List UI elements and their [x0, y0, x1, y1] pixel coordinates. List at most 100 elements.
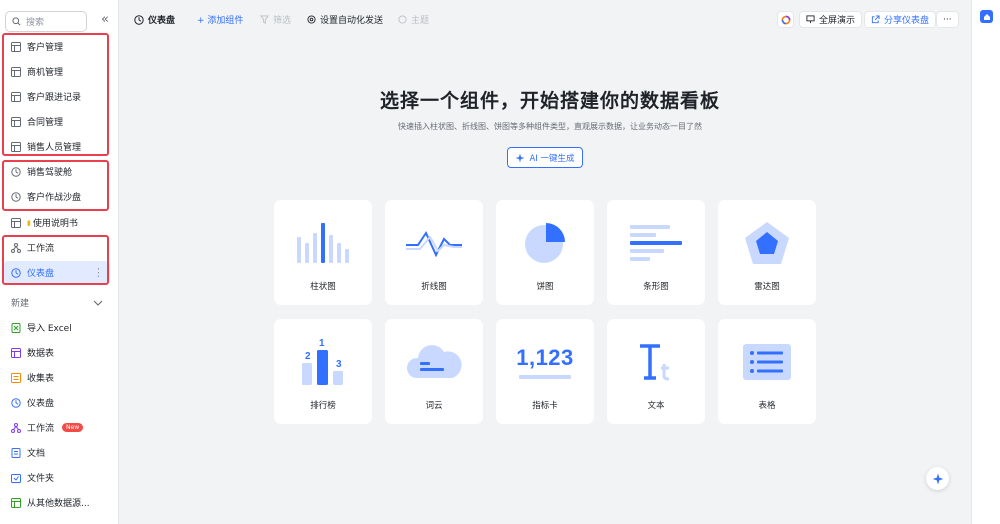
form-icon — [11, 372, 21, 383]
component-label: 柱状图 — [310, 282, 336, 292]
theme-button[interactable]: 主题 — [398, 11, 429, 28]
sidebar-new-import-excel[interactable]: 导入 Excel — [4, 316, 110, 339]
sidebar-item-label: 文档 — [27, 449, 46, 459]
sidebar-new-form[interactable]: 收集表 — [4, 366, 110, 389]
more-icon: ··· — [943, 14, 952, 25]
ai-assistant-button[interactable] — [777, 11, 794, 28]
chevron-down-icon — [93, 300, 103, 306]
sidebar-item-user-manual[interactable]: ▮ 使用说明书 — [4, 211, 110, 234]
component-label: 条形图 — [643, 282, 669, 292]
workflow-icon — [11, 422, 21, 433]
sidebar-item-label: 文件夹 — [27, 474, 55, 484]
sidebar-new-folder[interactable]: 文件夹 — [4, 466, 110, 489]
filter-icon — [260, 15, 269, 24]
sidebar-new-document[interactable]: 文档 — [4, 441, 110, 464]
bar-chart-icon — [274, 214, 372, 272]
component-card-word-cloud[interactable]: 词云 — [385, 319, 483, 424]
settings-icon — [307, 15, 316, 24]
search-row: 搜索 « — [5, 10, 115, 32]
fullscreen-label: 全屏演示 — [819, 16, 856, 26]
metric-underline — [519, 375, 571, 379]
component-label: 折线图 — [421, 282, 447, 292]
sidebar-item-label: 数据表 — [27, 349, 55, 359]
text-icon — [607, 333, 705, 391]
component-card-text[interactable]: 文本 — [607, 319, 705, 424]
component-card-horizontal-bar[interactable]: 条形图 — [607, 200, 705, 305]
presentation-icon — [806, 15, 815, 24]
share-dashboard-button[interactable]: 分享仪表盘 — [864, 11, 937, 28]
search-icon — [12, 16, 21, 25]
component-card-radar-chart[interactable]: 雷达图 — [718, 200, 816, 305]
component-label: 排行榜 — [310, 401, 336, 411]
sidebar-item-label: 工作流 — [27, 424, 55, 434]
more-menu-button[interactable]: ··· — [936, 11, 959, 28]
sidebar-new-dashboard[interactable]: 仪表盘 — [4, 391, 110, 414]
sidebar-new-datasource[interactable]: 从其他数据源... — [4, 491, 110, 514]
right-rail — [971, 0, 1000, 524]
component-card-pie-chart[interactable]: 饼图 — [496, 200, 594, 305]
home-button[interactable] — [980, 10, 993, 23]
tag-icon: ▮ — [27, 218, 31, 227]
sidebar-new-datatable[interactable]: 数据表 — [4, 341, 110, 364]
component-card-metric[interactable]: 1,123 指标卡 — [496, 319, 594, 424]
fullscreen-button[interactable]: 全屏演示 — [799, 11, 863, 28]
doc-icon — [11, 217, 21, 228]
radar-chart-icon — [718, 214, 816, 272]
ranking-icon: 2 1 3 — [274, 333, 372, 391]
dashboard-icon — [11, 397, 21, 408]
highlight-box-tables — [2, 33, 109, 156]
ai-generate-label: AI 一键生成 — [529, 153, 575, 164]
theme-icon — [398, 15, 407, 24]
component-card-bar-chart[interactable]: 柱状图 — [274, 200, 372, 305]
rank-3-label: 3 — [336, 359, 342, 370]
doc-icon — [11, 447, 21, 458]
component-card-table[interactable]: 表格 — [718, 319, 816, 424]
sidebar-item-label: 收集表 — [27, 374, 55, 384]
sidebar-new-workflow[interactable]: 工作流 New — [4, 416, 110, 439]
add-component-button[interactable]: + 添加组件 — [197, 11, 243, 28]
share-icon — [871, 15, 880, 24]
ai-generate-button[interactable]: AI 一键生成 — [507, 147, 583, 168]
filter-button[interactable]: 筛选 — [260, 11, 291, 28]
dashboard-icon — [134, 14, 144, 25]
sidebar-item-label: 使用说明书 — [32, 219, 78, 229]
sparkle-icon — [932, 473, 943, 484]
dashboard-title: 仪表盘 — [134, 11, 175, 28]
toolbar: 仪表盘 + 添加组件 筛选 设置自动化发送 主题 全屏演示 分享仪表盘 ··· — [119, 0, 971, 38]
rank-2-label: 2 — [305, 351, 311, 362]
share-label: 分享仪表盘 — [884, 16, 930, 26]
sidebar-item-label: 导入 Excel — [27, 324, 72, 334]
component-card-line-chart[interactable]: 折线图 — [385, 200, 483, 305]
ai-assistant-fab[interactable] — [926, 467, 949, 490]
horizontal-bar-icon — [607, 214, 705, 272]
highlight-box-workflow — [2, 235, 109, 285]
excel-icon — [11, 322, 21, 333]
new-section-header[interactable]: 新建 — [11, 296, 103, 309]
search-input[interactable]: 搜索 — [5, 10, 87, 32]
highlight-box-dashboards — [2, 160, 109, 211]
component-label: 文本 — [647, 401, 665, 411]
component-label: 表格 — [758, 401, 776, 411]
auto-send-button[interactable]: 设置自动化发送 — [307, 11, 383, 28]
sidebar-item-label: 仪表盘 — [27, 399, 55, 409]
add-component-label: + 添加组件 — [197, 16, 244, 26]
word-cloud-icon — [385, 333, 483, 391]
table-grid-icon — [718, 333, 816, 391]
home-icon — [983, 13, 990, 20]
component-label: 雷达图 — [754, 282, 780, 292]
filter-label: 筛选 — [273, 16, 292, 26]
search-placeholder: 搜索 — [26, 17, 45, 28]
ai-logo-icon — [781, 15, 790, 24]
rank-1-label: 1 — [319, 338, 325, 349]
auto-send-label: 设置自动化发送 — [320, 16, 384, 26]
sparkle-icon — [515, 153, 525, 162]
new-section-label: 新建 — [11, 299, 30, 309]
pie-chart-icon — [496, 214, 594, 272]
collapse-sidebar-icon[interactable]: « — [101, 13, 109, 27]
empty-state-headline: 选择一个组件，开始搭建你的数据看板 — [379, 90, 720, 112]
new-badge: New — [62, 423, 84, 432]
metric-value: 1,123 — [516, 345, 574, 370]
datasource-icon — [11, 497, 21, 508]
component-card-ranking[interactable]: 2 1 3 排行榜 — [274, 319, 372, 424]
theme-label: 主题 — [411, 16, 430, 26]
